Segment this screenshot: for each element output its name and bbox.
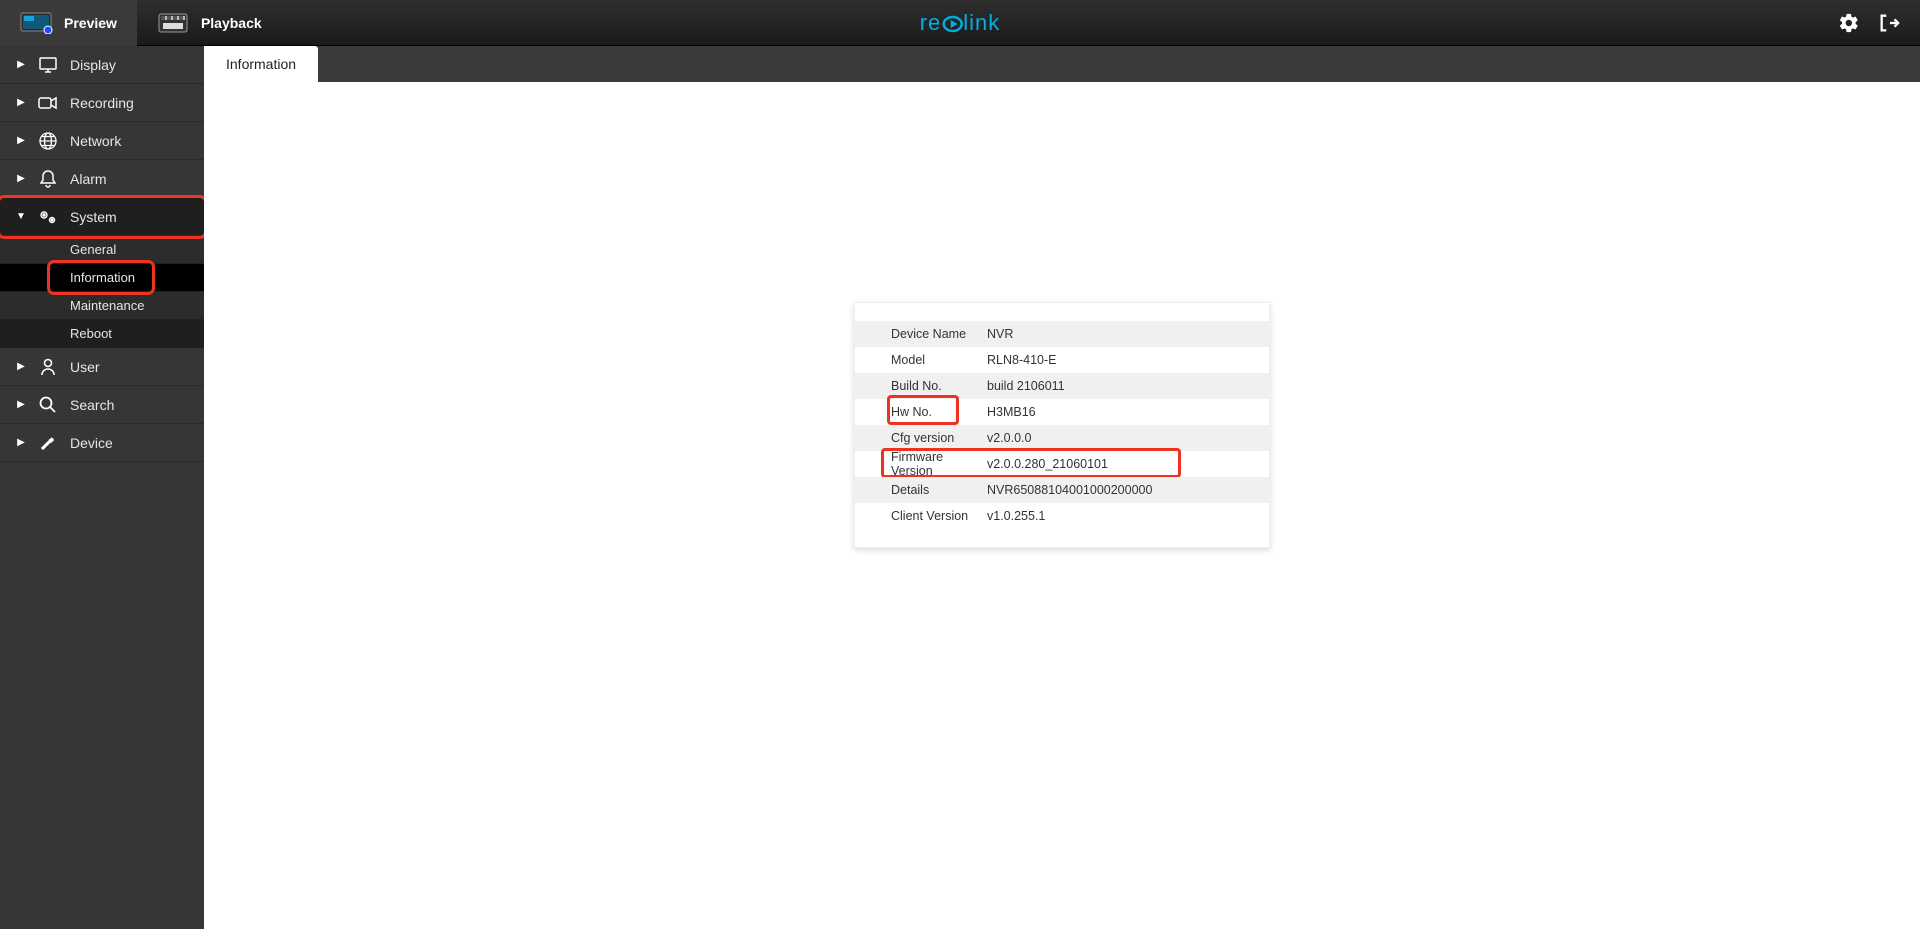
content: Device Name NVR Model RLN8-410-E Build N…: [204, 82, 1920, 929]
chevron-right-icon: ▶: [16, 135, 26, 146]
info-label: Build No.: [869, 379, 987, 393]
sidebar-label: Device: [70, 435, 194, 451]
preview-icon: [20, 11, 54, 35]
info-value: NVR65088104001000200000: [987, 483, 1255, 497]
brand-part-a: re: [920, 10, 942, 35]
info-label: Firmware Version: [869, 450, 987, 478]
sidebar-label: Network: [70, 133, 194, 149]
camera-icon: [38, 93, 58, 113]
globe-icon: [38, 131, 58, 151]
sidebar-item-recording[interactable]: ▶ Recording: [0, 84, 204, 122]
sidebar-sub-label: Maintenance: [70, 298, 144, 313]
chevron-right-icon: ▶: [16, 361, 26, 372]
info-label: Details: [869, 483, 987, 497]
info-value: RLN8-410-E: [987, 353, 1255, 367]
chevron-right-icon: ▶: [16, 173, 26, 184]
info-label: Hw No.: [869, 405, 987, 419]
sidebar-label: Recording: [70, 95, 194, 111]
info-value: NVR: [987, 327, 1255, 341]
sidebar-sub-information[interactable]: Information: [0, 264, 204, 292]
sidebar-item-user[interactable]: ▶ User: [0, 348, 204, 386]
info-row-model: Model RLN8-410-E: [855, 347, 1269, 373]
main: ▶ Display ▶ Recording ▶ Network ▶: [0, 82, 1920, 929]
sidebar-item-display[interactable]: ▶ Display: [0, 46, 204, 84]
sidebar-item-alarm[interactable]: ▶ Alarm: [0, 160, 204, 198]
sidebar-sub-general[interactable]: General: [0, 236, 204, 264]
topbar-right: [1838, 12, 1920, 34]
preview-label: Preview: [64, 15, 117, 31]
info-label: Device Name: [869, 327, 987, 341]
info-row-cfg-version: Cfg version v2.0.0.0: [855, 425, 1269, 451]
info-label: Client Version: [869, 509, 987, 523]
sidebar-sub-reboot[interactable]: Reboot: [0, 320, 204, 348]
settings-icon[interactable]: [1838, 12, 1860, 34]
chevron-down-icon: ▼: [16, 211, 26, 222]
wrench-icon: [38, 433, 58, 453]
gears-icon: [38, 207, 58, 227]
chevron-right-icon: ▶: [16, 399, 26, 410]
info-value: build 2106011: [987, 379, 1255, 393]
sidebar-label: Search: [70, 397, 194, 413]
sidebar-label: User: [70, 359, 194, 375]
sidebar: ▶ Display ▶ Recording ▶ Network ▶: [0, 46, 204, 929]
info-label: Cfg version: [869, 431, 987, 445]
sidebar-sub-maintenance[interactable]: Maintenance: [0, 292, 204, 320]
chevron-right-icon: ▶: [16, 59, 26, 70]
info-row-firmware-version: Firmware Version v2.0.0.280_21060101: [855, 451, 1269, 477]
chevron-right-icon: ▶: [16, 437, 26, 448]
brand-part-b: link: [963, 10, 1000, 35]
info-value: H3MB16: [987, 405, 1255, 419]
sidebar-label: System: [70, 209, 194, 225]
sidebar-sub-label: General: [70, 242, 116, 257]
info-label: Model: [869, 353, 987, 367]
info-row-hw-no: Hw No. H3MB16: [855, 399, 1269, 425]
topbar: Preview Playback re link: [0, 0, 1920, 46]
bell-icon: [38, 169, 58, 189]
chevron-right-icon: ▶: [16, 97, 26, 108]
playback-label: Playback: [201, 15, 262, 31]
display-icon: [38, 55, 58, 75]
sidebar-item-network[interactable]: ▶ Network: [0, 122, 204, 160]
info-row-client-version: Client Version v1.0.255.1: [855, 503, 1269, 529]
info-value: v2.0.0.280_21060101: [987, 457, 1255, 471]
sidebar-label: Alarm: [70, 171, 194, 187]
tab-label: Information: [226, 56, 296, 72]
search-icon: [38, 395, 58, 415]
sidebar-label: Display: [70, 57, 194, 73]
brand-logo: re link: [920, 10, 1001, 36]
sidebar-sub-label: Reboot: [70, 326, 112, 341]
info-row-device-name: Device Name NVR: [855, 321, 1269, 347]
info-value: v1.0.255.1: [987, 509, 1255, 523]
topbar-left: Preview Playback: [0, 0, 282, 46]
logout-icon[interactable]: [1878, 12, 1900, 34]
info-row-details: Details NVR65088104001000200000: [855, 477, 1269, 503]
user-icon: [38, 357, 58, 377]
info-row-build-no: Build No. build 2106011: [855, 373, 1269, 399]
playback-icon: [157, 11, 191, 35]
sidebar-item-device[interactable]: ▶ Device: [0, 424, 204, 462]
sidebar-item-search[interactable]: ▶ Search: [0, 386, 204, 424]
info-card: Device Name NVR Model RLN8-410-E Build N…: [854, 302, 1270, 548]
info-value: v2.0.0.0: [987, 431, 1255, 445]
sidebar-item-system[interactable]: ▼ System: [0, 198, 204, 236]
tab-information[interactable]: Information: [204, 46, 318, 82]
tabstrip: Information: [0, 46, 1920, 82]
preview-button[interactable]: Preview: [0, 0, 137, 46]
playback-button[interactable]: Playback: [137, 0, 282, 46]
